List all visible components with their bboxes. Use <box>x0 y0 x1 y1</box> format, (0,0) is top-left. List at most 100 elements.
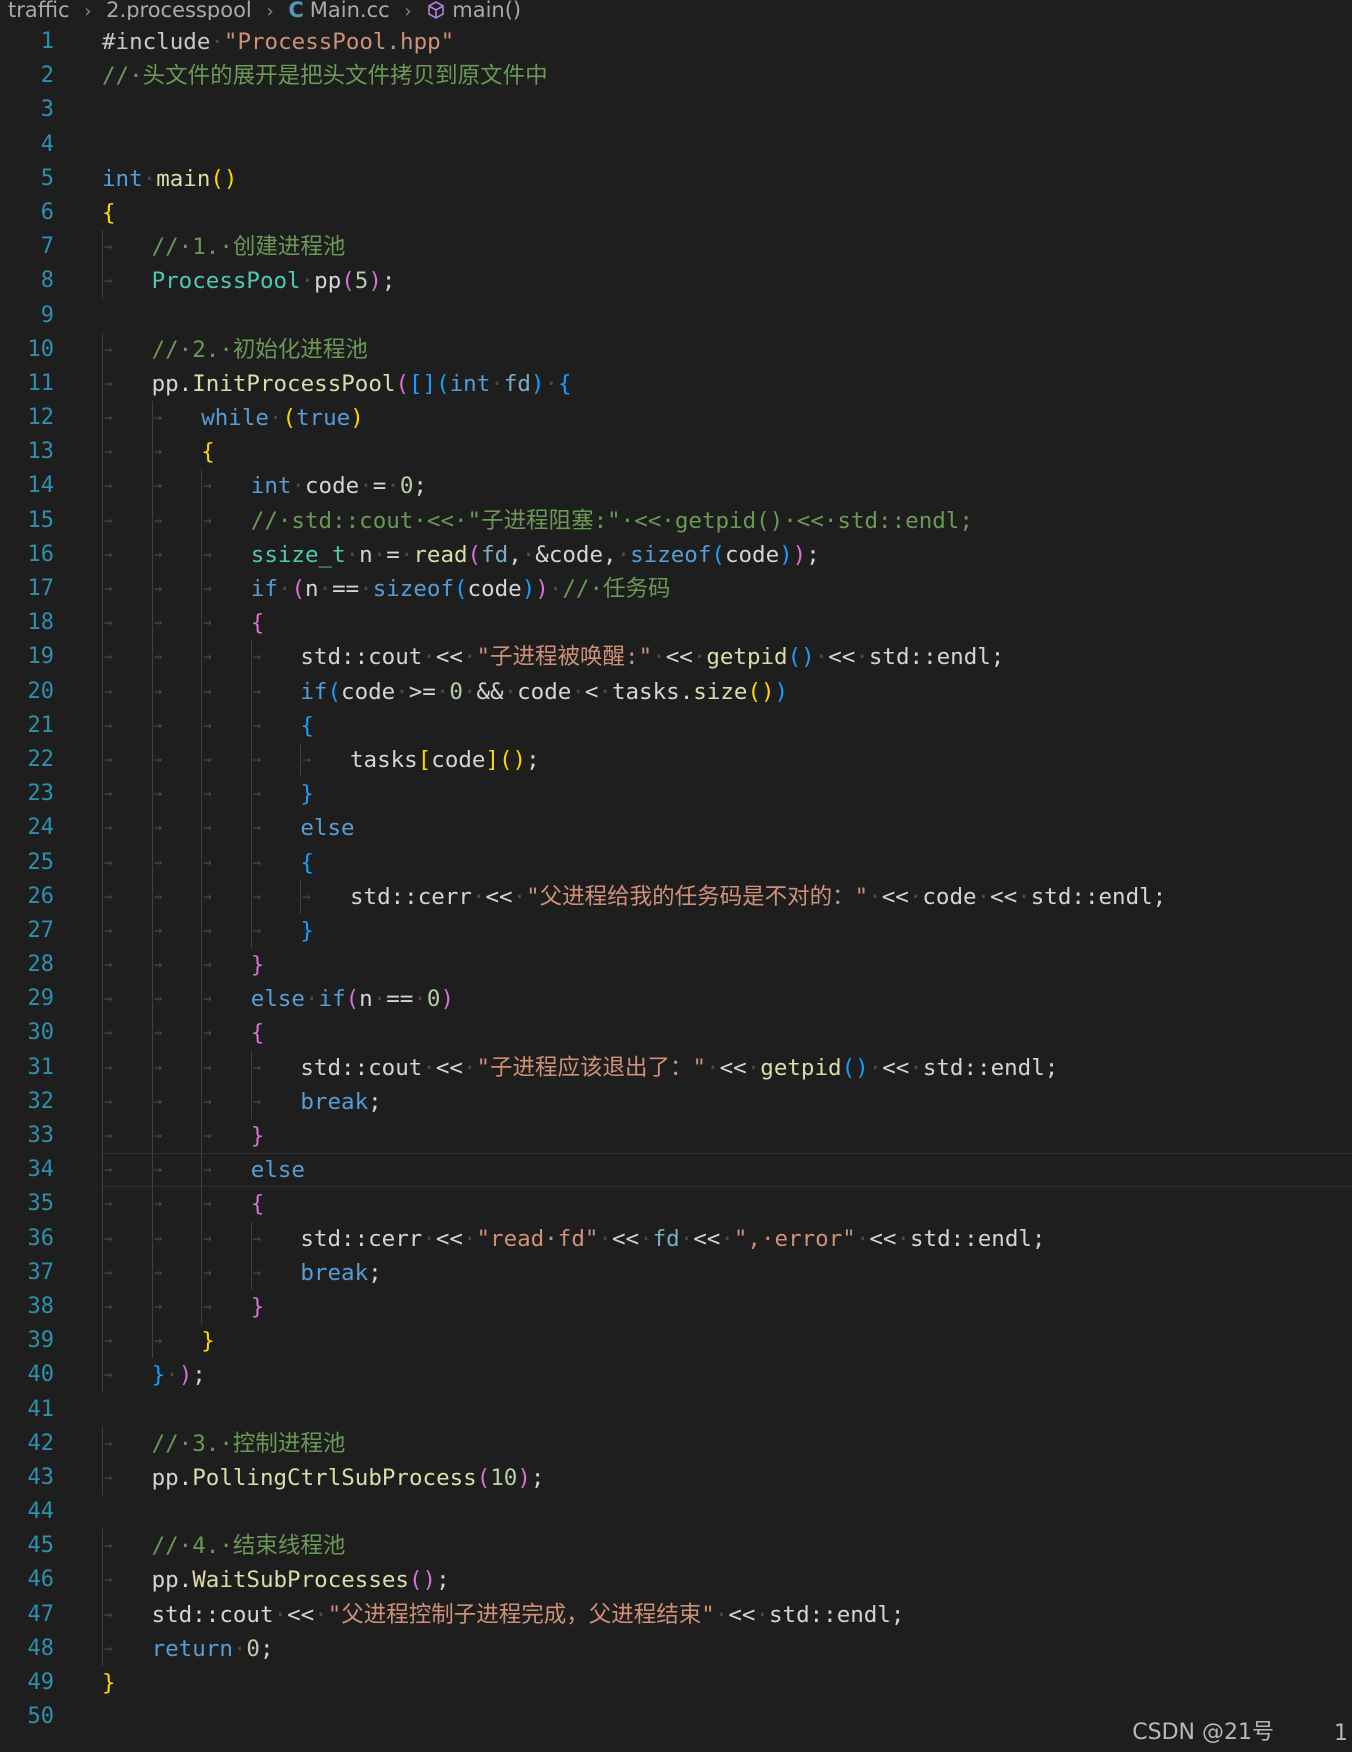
code-line[interactable]: 13 → → { <box>0 435 1352 470</box>
code-token: · <box>462 1054 477 1081</box>
code-token: { <box>300 712 314 739</box>
code-line[interactable]: 43 → pp.PollingCtrlSubProcess(10); <box>0 1460 1352 1496</box>
code-line[interactable]: 19 → → → → std::cout·<<·"子进程被唤醒:"·<<·getpid()… <box>0 640 1352 675</box>
indent-guide <box>250 708 252 743</box>
code-token: , <box>508 541 522 568</box>
code-token: · <box>639 1225 653 1252</box>
code-text: { <box>251 1016 265 1050</box>
code-line[interactable]: 25 → → → → { <box>0 845 1352 880</box>
code-text: //·1.·创建进程池 <box>152 230 346 264</box>
code-line[interactable]: 41 <box>0 1393 1352 1427</box>
code-token: · <box>814 644 829 671</box>
indent-guide <box>102 1597 103 1632</box>
cpp-file-icon: C <box>288 0 304 20</box>
code-line[interactable]: 23 → → → →} <box>0 777 1352 812</box>
code-token: if <box>318 986 346 1013</box>
code-token: << <box>435 1225 463 1252</box>
code-line[interactable]: 8 → ProcessPool·pp(5); <box>0 264 1352 299</box>
code-text: ssize_t·n·=·read(fd,·&code,·sizeof(code)… <box>251 538 820 572</box>
code-token: >= <box>408 678 436 705</box>
breadcrumb-file[interactable]: Main.cc <box>310 0 390 20</box>
code-line[interactable]: 16 → → → ssize_t·n·=·read(fd,·&code,·sizeof(… <box>0 537 1352 572</box>
code-line[interactable]: 15 → → → //·std::cout·<<·"子进程阻塞:"·<<·getpid(… <box>0 503 1352 538</box>
code-line[interactable]: 6{ <box>0 196 1352 230</box>
code-line[interactable]: 40 →}·); <box>0 1358 1352 1393</box>
tab-marker-icon: → <box>252 717 262 734</box>
code-line[interactable]: 10 → //·2.·初始化进程池 <box>0 332 1352 367</box>
code-line[interactable]: 48 → return·0; <box>0 1631 1352 1666</box>
code-line[interactable]: 37 → → → → break; <box>0 1255 1352 1290</box>
code-token: ; <box>806 541 820 568</box>
code-token: = <box>372 473 387 500</box>
code-token: n <box>304 576 319 602</box>
code-line[interactable]: 47 → std::cout·<<·"父进程控制子进程完成，父进程结束"·<<·st… <box>0 1597 1352 1632</box>
code-line[interactable]: 7 → //·1.·创建进程池 <box>0 230 1352 265</box>
code-line[interactable]: 39 → →} <box>0 1324 1352 1359</box>
code-line[interactable]: 35 → → → { <box>0 1187 1352 1222</box>
code-line[interactable]: 24 → → → → else <box>0 811 1352 846</box>
indent-guide <box>201 1153 203 1188</box>
line-number: 33 <box>27 1123 55 1148</box>
code-line[interactable]: 44 <box>0 1495 1352 1529</box>
code-token: int <box>102 165 143 192</box>
tab-marker-icon: → <box>153 1025 163 1042</box>
code-line[interactable]: 29 → → → else·if(n·==·0) <box>0 982 1352 1017</box>
code-token: << <box>882 1054 910 1081</box>
code-line[interactable]: 26 → → → → → std::cerr·<<·"父进程给我的任务码是不对的："·<<·… <box>0 879 1352 914</box>
code-line[interactable]: 1 #include·"ProcessPool.hpp" <box>0 25 1352 59</box>
indent-guide <box>201 469 203 504</box>
indent-guide <box>201 982 203 1017</box>
code-line[interactable]: 30 → → → { <box>0 1016 1352 1051</box>
code-token: while <box>201 405 269 432</box>
code-line[interactable]: 28 → → →} <box>0 948 1352 983</box>
code-line[interactable]: 17 → → → if·(n·==·sizeof(code))·//·任务码 <box>0 572 1352 607</box>
code-line[interactable]: 46 → pp.WaitSubProcesses(); <box>0 1563 1352 1598</box>
indent-guide <box>151 1050 153 1085</box>
tab-marker-icon: → <box>104 239 113 256</box>
code-editor[interactable]: 1 #include·"ProcessPool.hpp" 2//·头文件的展开是把头… <box>0 25 1352 1734</box>
tab-marker-icon: → <box>104 1298 113 1315</box>
code-line[interactable]: 20 → → → → if(code·>=·0·&&·code·<·tasks.size(… <box>0 674 1352 709</box>
code-line[interactable]: 42 → //·3.·控制进程池 <box>0 1426 1352 1461</box>
code-line[interactable]: 31 → → → → std::cout·<<·"子进程应该退出了："·<<·getpid… <box>0 1050 1352 1085</box>
code-line[interactable]: 14 → → → int·code·=·0; <box>0 469 1352 504</box>
code-line[interactable]: 21 → → → → { <box>0 708 1352 743</box>
breadcrumb-folder-processpool[interactable]: 2.processpool <box>106 0 252 20</box>
code-token: std::cerr <box>350 883 472 910</box>
code-line[interactable]: 3 <box>0 93 1352 127</box>
breadcrumb-folder-traffic[interactable]: traffic <box>8 0 70 20</box>
indent-guide <box>151 1289 153 1325</box>
code-line[interactable]: 49} <box>0 1666 1352 1700</box>
code-line[interactable]: 36 → → → → std::cerr·<<·"read·fd"·<<·fd·<<·",… <box>0 1221 1352 1256</box>
code-line[interactable]: 11 → pp.InitProcessPool([](int·fd)·{ <box>0 366 1352 402</box>
code-line[interactable]: 22 → → → → → tasks[code](); <box>0 742 1352 778</box>
tab-marker-icon: → <box>153 1128 163 1144</box>
code-line[interactable]: 2 //·头文件的展开是把头文件拷贝到原文件中 <box>0 59 1352 93</box>
code-line[interactable]: 12 → → while·(true) <box>0 401 1352 436</box>
code-line[interactable]: 5 int·main() <box>0 162 1352 196</box>
code-token: tasks. <box>611 678 694 705</box>
line-number: 49 <box>27 1670 55 1695</box>
code-line[interactable]: 9 <box>0 299 1352 333</box>
code-token: · <box>746 1054 761 1081</box>
indent-guide <box>151 982 153 1017</box>
tab-marker-icon: → <box>252 820 262 837</box>
code-line[interactable]: 34 → → → else <box>0 1153 1352 1188</box>
code-line[interactable]: 45 → //·4.·结束线程池 <box>0 1529 1352 1564</box>
tab-marker-icon: → <box>104 410 113 427</box>
tab-marker-icon: → <box>153 683 163 700</box>
code-text: pp.WaitSubProcesses(); <box>152 1563 450 1597</box>
breadcrumb-symbol[interactable]: main() <box>452 0 521 20</box>
code-token: ; <box>526 746 540 773</box>
code-line[interactable]: 33 → → →} <box>0 1119 1352 1154</box>
code-line[interactable]: 4 <box>0 128 1352 162</box>
indent-guide <box>151 469 153 504</box>
code-token: sizeof <box>372 576 454 602</box>
code-line[interactable]: 38 → → →} <box>0 1289 1352 1325</box>
code-line[interactable]: 27 → → → →} <box>0 913 1352 949</box>
code-line[interactable]: 18 → → → { <box>0 606 1352 641</box>
code-line[interactable]: 32 → → → → break; <box>0 1084 1352 1119</box>
code-token: · <box>422 1054 436 1081</box>
code-text: tasks[code](); <box>350 743 540 777</box>
code-token: code <box>517 678 572 705</box>
